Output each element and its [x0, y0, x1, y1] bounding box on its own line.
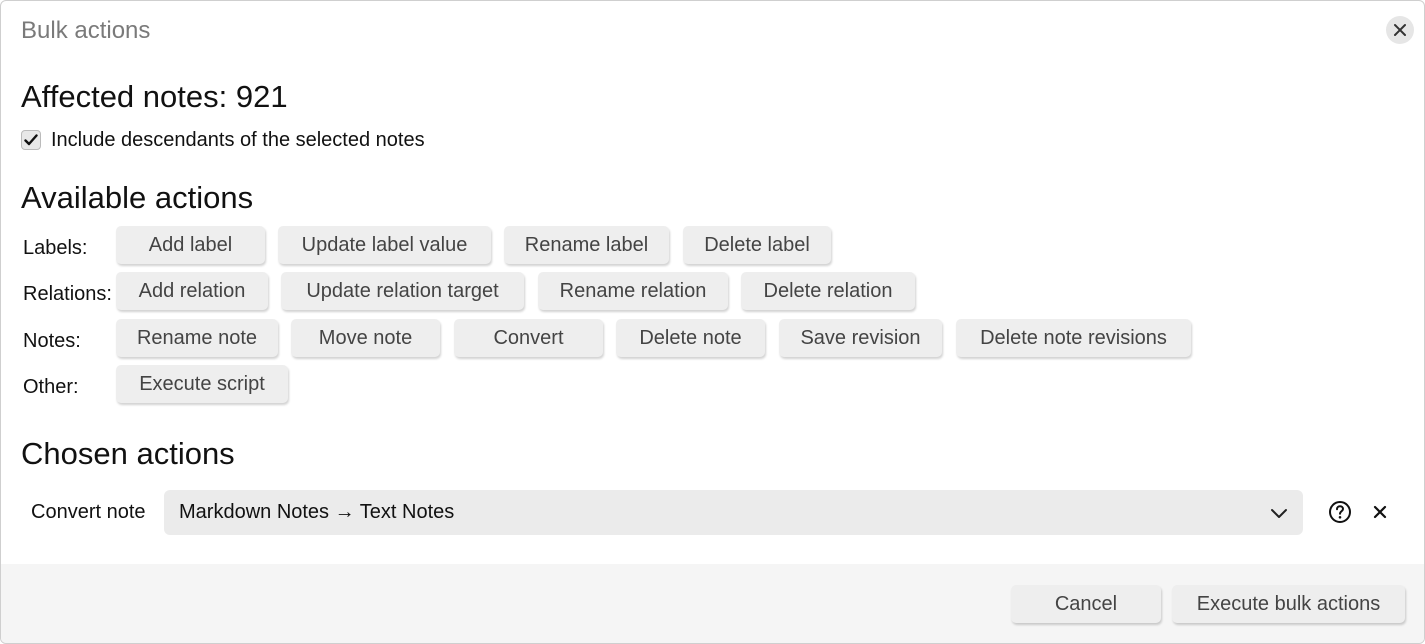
delete-note-revisions-button[interactable]: Delete note revisions [956, 319, 1191, 357]
convert-note-select[interactable]: Markdown Notes → Text Notes [164, 490, 1303, 535]
affected-notes-count: Affected notes: 921 [21, 79, 288, 114]
close-button[interactable] [1386, 16, 1414, 44]
convert-note-label: Convert note [31, 501, 146, 523]
checkmark-icon [24, 134, 38, 146]
update-label-value-button[interactable]: Update label value [278, 226, 491, 264]
convert-note-selected-value: Markdown Notes → Text Notes [179, 501, 455, 523]
other-row-label: Other: [23, 376, 79, 398]
chevron-down-icon [1271, 509, 1287, 518]
delete-label-button[interactable]: Delete label [683, 226, 831, 264]
help-icon[interactable] [1328, 500, 1352, 524]
delete-note-button[interactable]: Delete note [616, 319, 765, 357]
rename-relation-button[interactable]: Rename relation [538, 272, 728, 310]
add-label-button[interactable]: Add label [116, 226, 265, 264]
include-descendants-row[interactable]: Include descendants of the selected note… [21, 128, 425, 152]
relations-row-label: Relations: [23, 283, 112, 305]
dialog-title: Bulk actions [21, 17, 151, 44]
move-note-button[interactable]: Move note [291, 319, 440, 357]
available-actions-heading: Available actions [21, 180, 254, 215]
cancel-button[interactable]: Cancel [1011, 585, 1161, 623]
save-revision-button[interactable]: Save revision [779, 319, 942, 357]
include-descendants-label: Include descendants of the selected note… [51, 128, 425, 151]
rename-note-button[interactable]: Rename note [116, 319, 278, 357]
rename-label-button[interactable]: Rename label [504, 226, 669, 264]
include-descendants-checkbox[interactable] [21, 130, 41, 150]
execute-bulk-actions-button[interactable]: Execute bulk actions [1172, 585, 1405, 623]
remove-action-icon[interactable] [1372, 504, 1388, 520]
bulk-actions-dialog: Bulk actions Affected notes: 921 Include… [0, 0, 1425, 644]
close-icon [1394, 24, 1406, 36]
notes-row-label: Notes: [23, 330, 81, 352]
labels-row-label: Labels: [23, 237, 88, 259]
update-relation-target-button[interactable]: Update relation target [281, 272, 524, 310]
delete-relation-button[interactable]: Delete relation [741, 272, 915, 310]
add-relation-button[interactable]: Add relation [116, 272, 268, 310]
execute-script-button[interactable]: Execute script [116, 365, 288, 403]
convert-button[interactable]: Convert [454, 319, 603, 357]
chosen-actions-heading: Chosen actions [21, 436, 235, 471]
